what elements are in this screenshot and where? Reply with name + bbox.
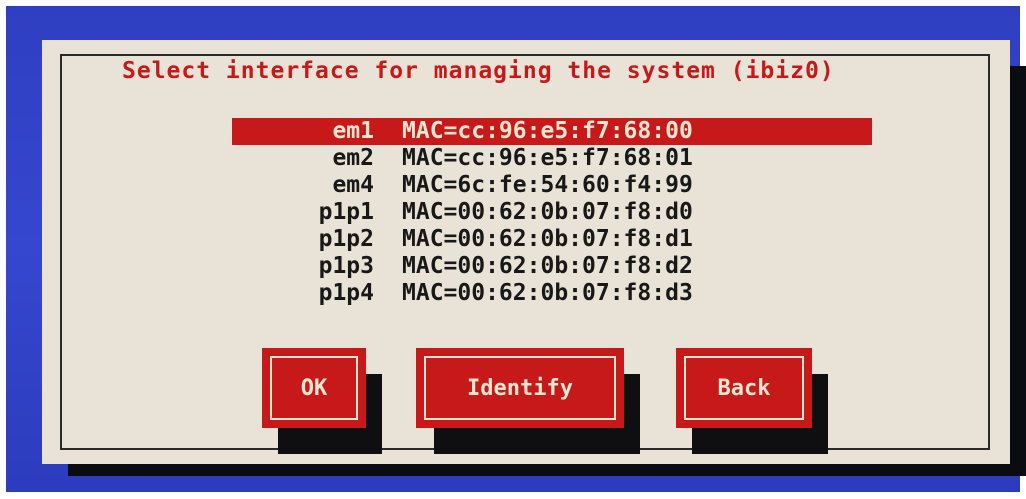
ok-button-face: OK xyxy=(270,356,358,420)
identify-button[interactable]: Identify xyxy=(416,348,624,428)
dialog-title: Select interface for managing the system… xyxy=(112,58,845,84)
interface-select-dialog: Select interface for managing the system… xyxy=(42,40,1010,464)
interface-mac: MAC=6c:fe:54:60:f4:99 xyxy=(402,172,693,198)
list-item[interactable]: p1p1 MAC=00:62:0b:07:f8:d0 xyxy=(232,199,872,226)
identify-button-label: Identify xyxy=(467,375,573,401)
interface-name: em2 xyxy=(332,145,374,171)
ok-button-label: OK xyxy=(300,375,328,401)
ok-button[interactable]: OK xyxy=(262,348,366,428)
interface-name: p1p1 xyxy=(318,199,374,225)
back-button-label: Back xyxy=(717,375,771,401)
list-item[interactable]: em1 MAC=cc:96:e5:f7:68:00 xyxy=(232,118,872,145)
console-screen: Select interface for managing the system… xyxy=(6,6,1026,492)
interface-mac: MAC=cc:96:e5:f7:68:00 xyxy=(402,118,693,144)
interface-mac: MAC=00:62:0b:07:f8:d1 xyxy=(402,226,693,252)
list-item[interactable]: p1p4 MAC=00:62:0b:07:f8:d3 xyxy=(232,280,872,307)
identify-button-face: Identify xyxy=(424,356,616,420)
interface-name: em1 xyxy=(332,118,374,144)
interface-mac: MAC=00:62:0b:07:f8:d0 xyxy=(402,199,693,225)
back-button[interactable]: Back xyxy=(676,348,812,428)
interface-mac: MAC=00:62:0b:07:f8:d3 xyxy=(402,280,693,306)
list-item[interactable]: em4 MAC=6c:fe:54:60:f4:99 xyxy=(232,172,872,199)
interface-name: p1p4 xyxy=(318,280,374,306)
interface-mac: MAC=00:62:0b:07:f8:d2 xyxy=(402,253,693,279)
interface-name: p1p2 xyxy=(318,226,374,252)
back-button-face: Back xyxy=(684,356,804,420)
interface-list[interactable]: em1 MAC=cc:96:e5:f7:68:00 em2 MAC=cc:96:… xyxy=(232,118,872,307)
list-item[interactable]: p1p2 MAC=00:62:0b:07:f8:d1 xyxy=(232,226,872,253)
list-item[interactable]: em2 MAC=cc:96:e5:f7:68:01 xyxy=(232,145,872,172)
list-item[interactable]: p1p3 MAC=00:62:0b:07:f8:d2 xyxy=(232,253,872,280)
dialog-frame: Select interface for managing the system… xyxy=(60,54,990,454)
interface-name: p1p3 xyxy=(318,253,374,279)
interface-mac: MAC=cc:96:e5:f7:68:01 xyxy=(402,145,693,171)
interface-name: em4 xyxy=(332,172,374,198)
